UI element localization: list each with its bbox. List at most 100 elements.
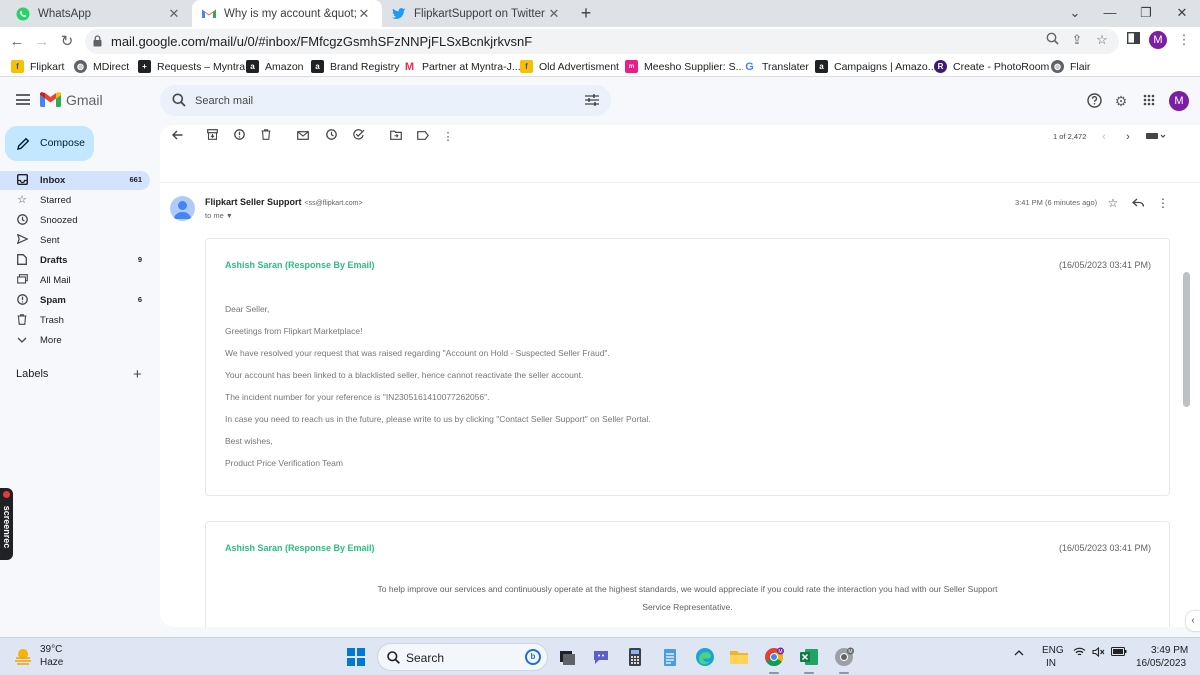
sidebar-item-trash[interactable]: Trash bbox=[0, 311, 150, 330]
settings-gear-icon[interactable]: ⚙ bbox=[1113, 93, 1129, 109]
calculator-icon[interactable] bbox=[624, 646, 646, 668]
zoom-icon[interactable] bbox=[1044, 32, 1060, 48]
tab-whatsapp[interactable]: WhatsApp ✕ bbox=[6, 0, 192, 27]
weather-condition[interactable]: Haze bbox=[40, 657, 63, 668]
search-icon[interactable] bbox=[172, 93, 186, 107]
screenrec-widget[interactable]: screenrec bbox=[0, 488, 13, 560]
bookmark-amazon[interactable]: a Amazon bbox=[246, 59, 304, 74]
older-icon[interactable]: › bbox=[1120, 129, 1136, 145]
help-icon[interactable] bbox=[1086, 93, 1102, 109]
side-panel-icon[interactable] bbox=[1125, 31, 1141, 48]
restore-icon[interactable]: ❐ bbox=[1128, 0, 1164, 27]
file-explorer-icon[interactable] bbox=[728, 646, 750, 668]
bookmark-flair[interactable]: ◍ Flair bbox=[1051, 59, 1090, 74]
taskbar-search[interactable]: b bbox=[377, 643, 548, 671]
new-tab-button[interactable]: + bbox=[576, 2, 596, 24]
notepad-icon[interactable] bbox=[659, 646, 681, 668]
recipient-line[interactable]: to me ▼ bbox=[205, 211, 233, 220]
sidebar-item-starred[interactable]: ☆ Starred bbox=[0, 191, 150, 210]
bookmark-campaigns-amazon[interactable]: a Campaigns | Amazo... bbox=[815, 59, 937, 74]
minimize-icon[interactable]: — bbox=[1092, 0, 1128, 27]
main-menu-icon[interactable] bbox=[16, 94, 30, 105]
compose-button[interactable]: Compose bbox=[5, 126, 94, 161]
reply-icon[interactable] bbox=[1131, 196, 1145, 210]
tab-gmail[interactable]: Why is my account &quot;On Ho ✕ bbox=[192, 0, 382, 27]
bookmark-translater[interactable]: G Translater bbox=[743, 59, 809, 74]
newer-icon[interactable]: ‹ bbox=[1096, 129, 1112, 145]
more-options-icon[interactable]: ⋮ bbox=[440, 129, 456, 145]
back-to-inbox-icon[interactable] bbox=[169, 129, 185, 145]
account-avatar[interactable]: M bbox=[1169, 91, 1189, 111]
more-message-options-icon[interactable]: ⋮ bbox=[1156, 196, 1170, 210]
star-icon[interactable]: ☆ bbox=[1106, 196, 1120, 210]
label-icon[interactable] bbox=[415, 129, 431, 145]
forward-icon[interactable]: → bbox=[31, 31, 53, 53]
search-options-icon[interactable] bbox=[585, 94, 599, 106]
input-language[interactable]: ENG bbox=[1042, 645, 1064, 656]
bookmark-star-icon[interactable]: ☆ bbox=[1094, 32, 1110, 48]
excel-icon[interactable] bbox=[798, 646, 820, 674]
sidebar-item-drafts[interactable]: Drafts 9 bbox=[0, 251, 150, 270]
create-label-button[interactable]: + bbox=[133, 366, 142, 383]
close-tab-icon[interactable]: ✕ bbox=[356, 6, 372, 22]
bookmark-requests-myntra[interactable]: + Requests – Myntra bbox=[138, 59, 245, 74]
apps-grid-icon[interactable] bbox=[1141, 93, 1157, 109]
reload-icon[interactable]: ↻ bbox=[56, 31, 78, 53]
bing-icon[interactable]: b bbox=[525, 649, 541, 665]
all-mail-icon bbox=[16, 274, 28, 286]
input-region[interactable]: IN bbox=[1046, 658, 1056, 669]
bookmark-meesho[interactable]: m Meesho Supplier: S... bbox=[625, 59, 744, 74]
bookmark-brand-registry[interactable]: a Brand Registry bbox=[311, 59, 399, 74]
bookmark-old-advertisment[interactable]: f Old Advertisment bbox=[520, 59, 619, 74]
tab-search-icon[interactable]: ⌄ bbox=[1057, 0, 1093, 27]
browser-profile-avatar[interactable]: M bbox=[1149, 31, 1167, 49]
snooze-icon[interactable] bbox=[323, 129, 339, 145]
scrollbar-thumb[interactable] bbox=[1183, 272, 1190, 407]
sidebar-item-spam[interactable]: Spam 6 bbox=[0, 291, 150, 310]
close-tab-icon[interactable]: ✕ bbox=[166, 6, 182, 22]
gmail-icon bbox=[202, 7, 216, 21]
share-icon[interactable]: ⇪ bbox=[1069, 32, 1085, 48]
bookmark-photoroom[interactable]: R Create - PhotoRoom bbox=[934, 59, 1049, 74]
taskbar-search-input[interactable] bbox=[406, 650, 521, 666]
clock-time[interactable]: 3:49 PM bbox=[1151, 645, 1188, 656]
windows-start-icon[interactable] bbox=[347, 648, 365, 666]
chevron-up-icon[interactable] bbox=[1014, 647, 1024, 659]
archive-icon[interactable] bbox=[204, 129, 220, 145]
wifi-icon[interactable] bbox=[1073, 647, 1086, 660]
volume-muted-icon[interactable] bbox=[1092, 646, 1105, 660]
chrome-profile-icon[interactable]: M bbox=[833, 646, 855, 674]
task-view-icon[interactable] bbox=[556, 646, 578, 668]
delete-icon[interactable] bbox=[258, 129, 274, 145]
bookmark-flipkart[interactable]: f Flipkart bbox=[11, 59, 64, 74]
sidebar-item-sent[interactable]: Sent bbox=[0, 231, 150, 250]
bookmark-mdirect[interactable]: ◍ MDirect bbox=[74, 59, 129, 74]
close-window-icon[interactable]: ✕ bbox=[1164, 0, 1200, 27]
show-side-panel-icon[interactable]: ‹ bbox=[1186, 611, 1200, 631]
chrome-browser-icon[interactable]: M bbox=[763, 646, 785, 674]
caret-down-icon: ▼ bbox=[225, 213, 233, 220]
close-tab-icon[interactable]: ✕ bbox=[546, 6, 562, 22]
input-tools-icon[interactable] bbox=[1144, 129, 1168, 145]
browser-menu-icon[interactable]: ⋮ bbox=[1176, 32, 1192, 48]
sidebar-item-inbox[interactable]: Inbox 661 bbox=[0, 171, 150, 190]
sidebar-item-more[interactable]: More bbox=[0, 331, 150, 350]
back-icon[interactable]: ← bbox=[6, 31, 28, 53]
mark-unread-icon[interactable] bbox=[295, 129, 311, 145]
add-task-icon[interactable] bbox=[351, 129, 367, 145]
haze-sun-icon[interactable] bbox=[14, 647, 32, 665]
edge-browser-icon[interactable] bbox=[694, 646, 716, 668]
omnibox[interactable]: mail.google.com/mail/u/0/#inbox/FMfcgzGs… bbox=[85, 29, 1119, 54]
weather-temperature[interactable]: 39°C bbox=[40, 644, 62, 655]
battery-charging-icon[interactable] bbox=[1111, 647, 1127, 659]
search-bar[interactable] bbox=[160, 85, 611, 116]
tab-twitter[interactable]: FlipkartSupport on Twitter: "@Pr ✕ bbox=[382, 0, 572, 27]
report-spam-icon[interactable] bbox=[231, 129, 247, 145]
clock-date[interactable]: 16/05/2023 bbox=[1136, 658, 1186, 669]
sidebar-item-all-mail[interactable]: All Mail bbox=[0, 271, 150, 290]
sidebar-item-snoozed[interactable]: Snoozed bbox=[0, 211, 150, 230]
teams-chat-icon[interactable] bbox=[590, 646, 612, 668]
bookmark-partner-myntra[interactable]: M Partner at Myntra-J... bbox=[403, 59, 521, 74]
search-input[interactable] bbox=[195, 92, 565, 109]
move-to-icon[interactable] bbox=[388, 129, 404, 145]
